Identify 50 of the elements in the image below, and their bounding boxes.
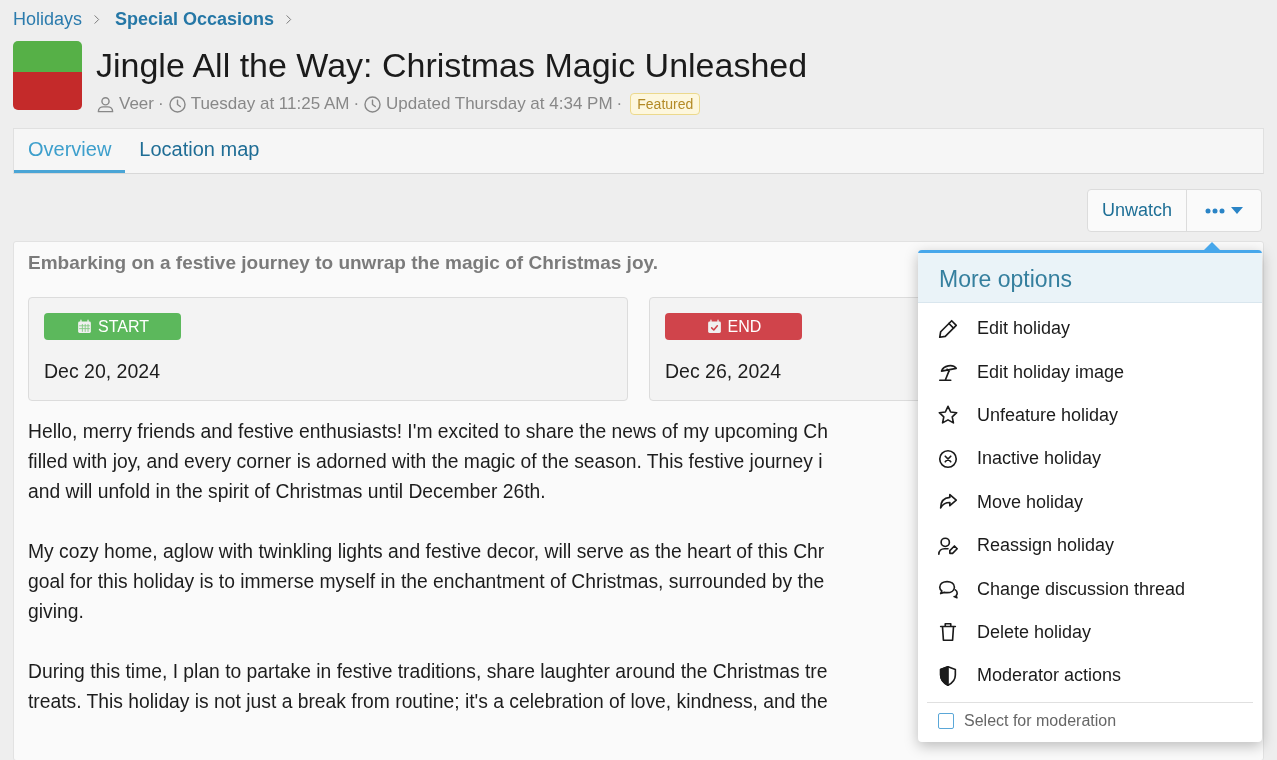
- checkbox-label[interactable]: Select for moderation: [964, 711, 1117, 730]
- menu-item[interactable]: Change discussion thread: [918, 567, 1262, 611]
- breadcrumb-link[interactable]: Holidays: [13, 8, 83, 30]
- clock-icon: [363, 94, 383, 114]
- menu-item[interactable]: Inactive holiday: [918, 437, 1262, 481]
- updated-time: Updated Thursday at 4:34 PM: [386, 94, 613, 115]
- menu-item[interactable]: Moderator actions: [918, 654, 1262, 698]
- more-dots-icon: [1205, 207, 1225, 214]
- paragraph-line: treats. This holiday is not just a break from routine; it's a celebration of love, kindness, and the: [28, 690, 828, 715]
- paragraph-line: My cozy home, aglow with twinkling lights and festive decor, will serve as the heart of this Chr: [28, 540, 825, 565]
- breadcrumb-link[interactable]: Special Occasions: [115, 8, 275, 30]
- pencil-icon: [937, 317, 959, 340]
- paragraph-line: giving.: [28, 600, 84, 625]
- date-label: START: [44, 313, 181, 341]
- tab[interactable]: Location map: [125, 129, 274, 174]
- menu-item[interactable]: Edit holiday: [918, 307, 1262, 351]
- user-pencil-icon: [937, 534, 959, 557]
- date-label: END: [665, 313, 802, 341]
- menu-item[interactable]: Unfeature holiday: [918, 393, 1262, 438]
- checkbox[interactable]: [938, 712, 954, 729]
- menu-item[interactable]: Edit holiday image: [918, 350, 1262, 394]
- created-time: Tuesday at 11:25 AM: [190, 94, 350, 115]
- end-calendar-icon: [705, 318, 723, 336]
- trash-icon: [937, 621, 959, 644]
- menu-item[interactable]: Delete holiday: [918, 610, 1262, 655]
- user-icon: [96, 94, 115, 114]
- paragraph-line: filled with joy, and every corner is adorned with the magic of the season. This festive journey i: [28, 450, 823, 475]
- menu-title: More options: [918, 253, 1262, 303]
- paragraph-line: During this time, I plan to partake in festive traditions, share laughter around the Christmas tre: [28, 660, 828, 685]
- date-value: Dec 26, 2024: [665, 360, 781, 384]
- circled-x-icon: [937, 447, 959, 470]
- clock-icon: [167, 94, 187, 114]
- paragraph-line: and will unfold in the spirit of Christmas until December 26th.: [28, 480, 546, 505]
- star-icon: [937, 404, 959, 427]
- date-value: Dec 20, 2024: [44, 360, 160, 384]
- start-calendar-icon: [76, 318, 93, 336]
- menu-item[interactable]: Move holiday: [918, 480, 1262, 524]
- menu-item[interactable]: Reassign holiday: [918, 523, 1262, 568]
- meta-separator: ·: [353, 94, 360, 115]
- shield-icon: [937, 664, 959, 687]
- speech-bubbles-icon: [937, 578, 959, 601]
- paragraph-line: Hello, merry friends and festive enthusiasts! I'm excited to share the news of my upcoming Ch: [28, 420, 828, 445]
- caret-down-icon: [1231, 207, 1243, 215]
- featured-badge: Featured: [630, 93, 701, 116]
- summary-text: Embarking on a festive journey to unwrap the magic of Christmas joy.: [28, 252, 659, 275]
- meta-separator: ·: [158, 94, 164, 115]
- page-title: Jingle All the Way: Christmas Magic Unleashed: [96, 47, 808, 85]
- meta-separator: ·: [616, 94, 623, 115]
- paragraph-line: goal for this holiday is to immerse myself in the enchantment of Christmas, surrounded by the: [28, 570, 825, 595]
- avatar-photo-placeholder: [13, 41, 82, 110]
